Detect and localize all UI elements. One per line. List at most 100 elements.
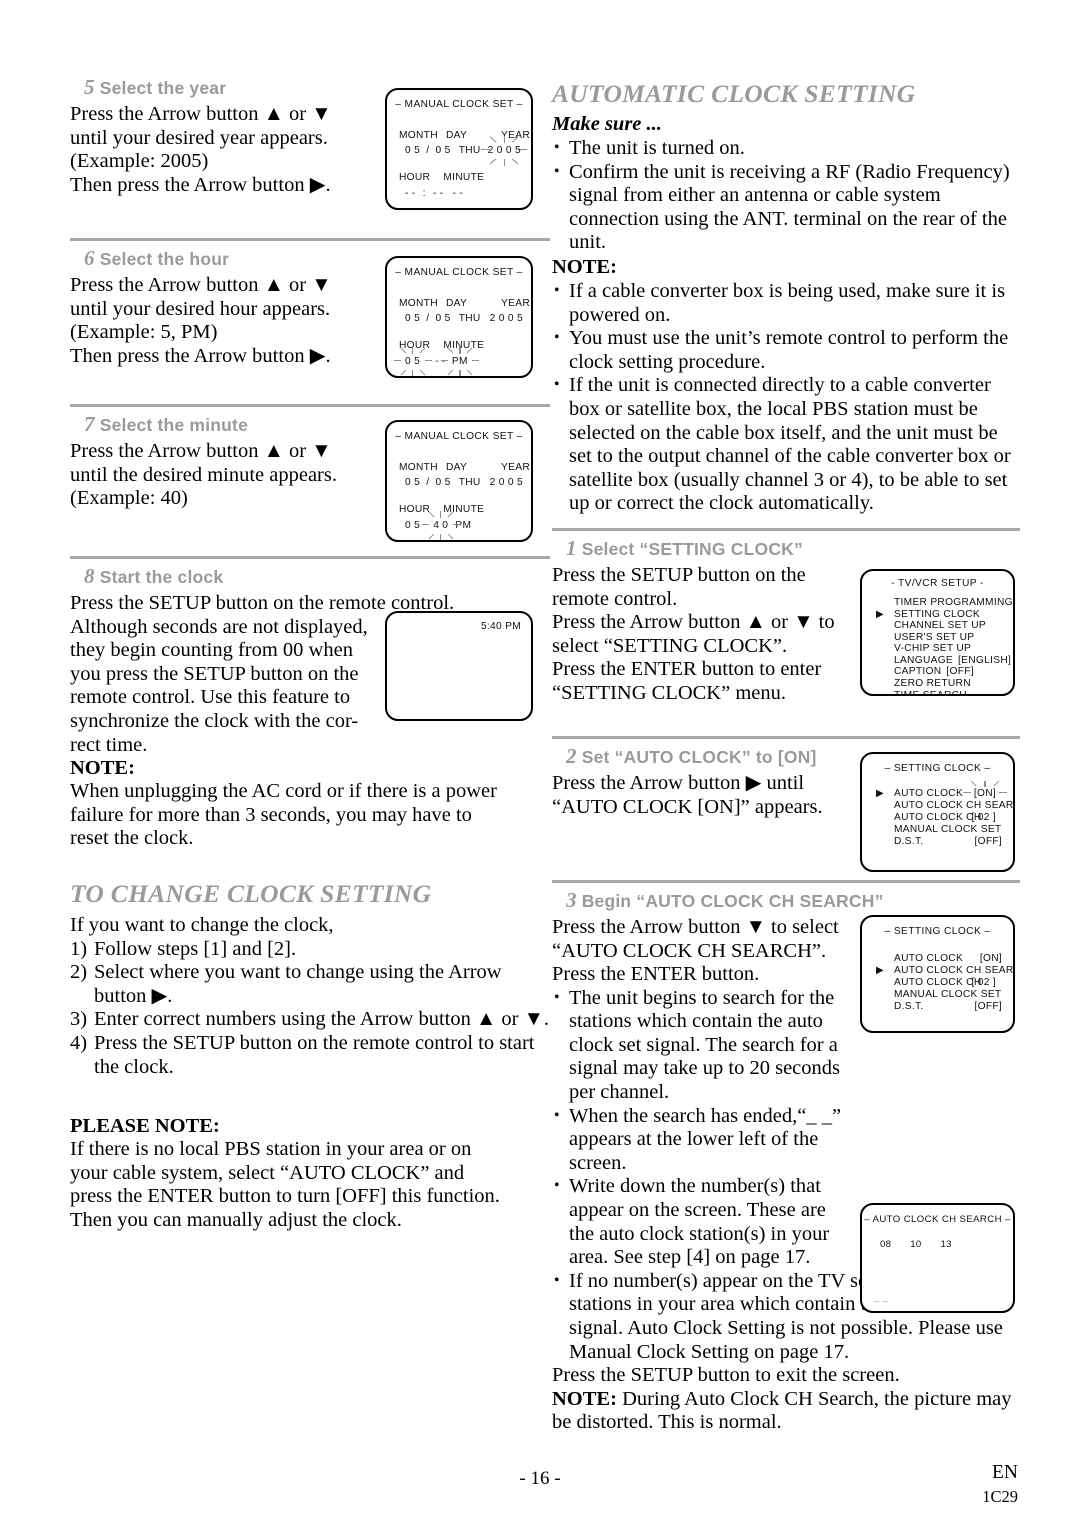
menu-item-dst[interactable]: D.S.T. [OFF] xyxy=(876,1001,1004,1013)
step-1-line-4: select “SETTING CLOCK”. xyxy=(552,634,788,657)
step-1-line-1: Press the SETUP button on the xyxy=(552,563,806,586)
list-item: Confirm the unit is receiving a RF (Radi… xyxy=(552,160,1020,255)
closing-note-text: During Auto Clock CH Search, the picture… xyxy=(552,1387,1012,1434)
menu-item-manual-clock-set[interactable]: MANUAL CLOCK SET xyxy=(876,989,1004,1001)
step-3-block: 3 Begin “AUTO CLOCK CH SEARCH” Press the … xyxy=(552,888,1020,1435)
label-year: YEAR xyxy=(501,130,530,141)
step-2-line-1: Press the Arrow button ▶ until xyxy=(552,771,805,794)
right-column: AUTOMATIC CLOCK SETTING Make sure ... Th… xyxy=(552,75,1020,1435)
menu-item-value: [OFF] xyxy=(974,835,1002,847)
item-marker: 2) xyxy=(70,961,88,984)
screen-labels-row-1: MONTH DAY YEAR xyxy=(399,130,530,141)
step-3-line-3: Press the ENTER button. xyxy=(552,963,760,986)
step-5-line-1: Press the Arrow button ▲ or ▼ xyxy=(70,103,332,125)
setting-clock-screen-ch-search: – SETTING CLOCK – AUTO CLOCK [ON] ▶ AUTO C… xyxy=(860,914,1015,1033)
menu-item-auto-clock[interactable]: AUTO CLOCK [ON] xyxy=(876,953,1004,965)
value-month: 0 5 xyxy=(405,313,421,324)
menu-item-users-set-up[interactable]: USER'S SET UP xyxy=(876,632,1013,644)
please-note-line-3: press the ENTER button to turn [OFF] thi… xyxy=(70,1185,500,1208)
step-1-line-2: remote control. xyxy=(552,587,678,610)
divider-4 xyxy=(552,527,1020,531)
language-code: EN xyxy=(992,1462,1018,1483)
menu-item-timer-programming[interactable]: TIMER PROGRAMMING xyxy=(876,597,1013,609)
menu-item-dst[interactable]: D.S.T. [OFF] xyxy=(876,836,1004,848)
step-2-block: 2 Set “AUTO CLOCK” to [ON] Press the Arro… xyxy=(552,744,1020,880)
menu-item-zero-return[interactable]: ZERO RETURN xyxy=(876,678,1013,690)
menu-item-label: USER'S SET UP xyxy=(894,631,975,643)
step-6-number: 6 xyxy=(84,246,95,270)
blinking-minute: 4 0 xyxy=(421,510,460,540)
note-line-1: When unplugging the AC cord or if there … xyxy=(70,780,497,803)
menu-item-auto-clock-ch-search[interactable]: ▶ AUTO CLOCK CH SEARCH xyxy=(876,965,1013,977)
step-1-line-5: Press the ENTER button to enter xyxy=(552,658,822,681)
item-marker: 3) xyxy=(70,1008,88,1031)
value-hour: - - xyxy=(405,188,416,199)
please-note-line-4: Then you can manually adjust the clock. xyxy=(70,1208,402,1231)
menu-item-language[interactable]: LANGUAGE [ENGLISH] xyxy=(876,655,1013,667)
step-8-line-2: they begin counting from 00 when xyxy=(70,639,353,662)
menu-item-value: [ENGLISH] xyxy=(958,654,1012,666)
channel-3: 13 xyxy=(940,1238,952,1250)
please-note-text: If there is no local PBS station in your… xyxy=(70,1138,550,1232)
screen-values-row-1: 0 5 / 0 5 THU 2 0 0 5 xyxy=(405,313,523,324)
menu-item-label: AUTO CLOCK xyxy=(894,787,964,799)
step-7-line-2: until the desired minute appears. xyxy=(70,463,337,486)
value-hour: 0 5 xyxy=(405,356,421,367)
menu-item-v-chip-set-up[interactable]: V-CHIP SET UP xyxy=(876,643,1013,655)
label-day: DAY xyxy=(446,298,467,309)
manual-clock-set-screen-hour: – MANUAL CLOCK SET – MONTH DAY YEAR 0 5 … xyxy=(385,256,533,378)
menu-item-auto-clock[interactable]: ▶ AUTO CLOCK [ON] xyxy=(876,780,1007,800)
menu-item-label: TIMER PROGRAMMING xyxy=(894,596,1013,608)
value-time-sep: : xyxy=(422,188,426,199)
change-clock-heading: TO CHANGE CLOCK SETTING xyxy=(70,878,432,908)
label-month: MONTH xyxy=(399,298,438,309)
screen-title: – AUTO CLOCK CH SEARCH – xyxy=(864,1213,1011,1225)
step-6-text: Press the Arrow button ▲ or ▼ until your… xyxy=(70,274,370,368)
please-note-line-2: your cable system, select “AUTO CLOCK” a… xyxy=(70,1161,465,1184)
left-column: 5 Select the year Press the Arrow button … xyxy=(70,75,550,1232)
menu-item-value: [ON] xyxy=(979,952,1002,964)
menu-item-channel-set-up[interactable]: CHANNEL SET UP xyxy=(876,620,1013,632)
menu-item-manual-clock-set[interactable]: MANUAL CLOCK SET xyxy=(876,824,1004,836)
step-1-line-6: “SETTING CLOCK” menu. xyxy=(552,681,786,704)
screen-title: – MANUAL CLOCK SET – xyxy=(395,99,523,110)
step-5-title: Select the year xyxy=(99,78,227,98)
value-weekday: THU xyxy=(458,477,481,488)
change-clock-intro: If you want to change the clock, xyxy=(70,913,334,936)
step-2-text: Press the Arrow button ▶ until “AUTO CLO… xyxy=(552,772,852,819)
step-6-title: Select the hour xyxy=(99,249,230,269)
automatic-clock-setting-heading: AUTOMATIC CLOCK SETTING xyxy=(552,79,916,108)
list-item: If a cable converter box is being used, … xyxy=(552,279,1020,327)
manual-clock-set-screen-year: – MANUAL CLOCK SET – MONTH DAY YEAR 0 5 … xyxy=(385,88,533,210)
manual-clock-set-screen-minute: – MANUAL CLOCK SET – MONTH DAY YEAR 0 5 … xyxy=(385,420,533,542)
step-8-line-4: remote control. Use this feature to xyxy=(70,686,351,709)
step-3-title: Begin “AUTO CLOCK CH SEARCH” xyxy=(581,890,884,911)
step-5-line-4: Then press the Arrow button ▶. xyxy=(70,173,331,196)
divider-6 xyxy=(552,879,1020,883)
menu-item-label: SETTING CLOCK xyxy=(894,608,980,620)
menu-item-value: [ 02 ] xyxy=(971,976,996,988)
step-6-line-2: until your desired hour appears. xyxy=(70,297,331,320)
clock-display-screen: 5:40 PM xyxy=(385,611,533,721)
step-8-heading: 8 Start the clock xyxy=(84,564,550,589)
menu-item-auto-clock-ch[interactable]: AUTO CLOCK CH[ 02 ] xyxy=(876,812,1004,824)
menu-item-auto-clock-ch[interactable]: AUTO CLOCK CH[ 02 ] xyxy=(876,977,1004,989)
step-7-line-1: Press the Arrow button ▲ or ▼ xyxy=(70,440,332,462)
menu-item-value: [OFF] xyxy=(974,1000,1002,1012)
step-8-block: 8 Start the clock Press the SETUP button … xyxy=(70,564,550,851)
value-minute: - - xyxy=(432,188,444,199)
manual-page: 5 Select the year Press the Arrow button … xyxy=(0,0,1080,1526)
value-year: 2 0 0 5 xyxy=(489,313,523,324)
menu-item-time-search[interactable]: TIME SEARCH xyxy=(876,690,1013,694)
menu-item-setting-clock[interactable]: ▶ SETTING CLOCK xyxy=(876,609,1013,621)
item-text: Press the SETUP button on the remote con… xyxy=(94,1031,535,1078)
step-8-note-text: When unplugging the AC cord or if there … xyxy=(70,780,550,851)
step-1-title: Select “SETTING CLOCK” xyxy=(581,538,803,559)
screen-labels-row-1: MONTH DAY YEAR xyxy=(399,462,530,473)
setting-clock-screen-auto-on: – SETTING CLOCK – ▶ AUTO CLOCK [ON] AUTO… xyxy=(860,751,1015,872)
menu-item-auto-clock-ch-search[interactable]: AUTO CLOCK CH SEARCH xyxy=(876,800,1013,812)
step-1-block: 1 Select “SETTING CLOCK” Press the SETUP … xyxy=(552,536,1020,736)
step-3-line-1: Press the Arrow button ▼ to select xyxy=(552,915,839,938)
menu-item-caption[interactable]: CAPTION [OFF] xyxy=(876,666,1013,678)
note-line-3: reset the clock. xyxy=(70,827,194,850)
